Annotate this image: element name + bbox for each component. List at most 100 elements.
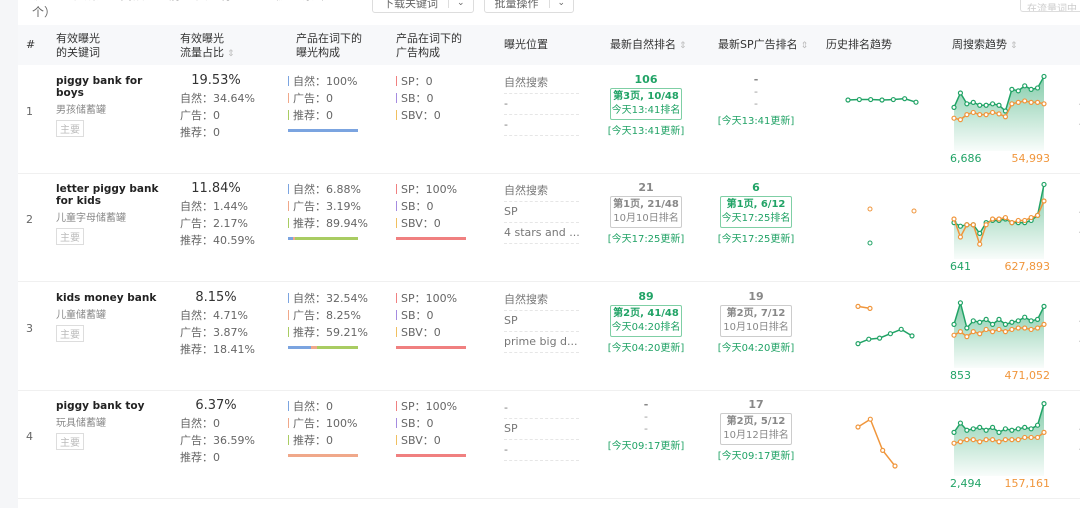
chevron-down-icon[interactable]: ⌄	[448, 0, 473, 8]
history-trend-cell[interactable]	[844, 193, 924, 256]
traffic-share-cell: 6.37% 自然：0 广告：36.59% 推荐：0	[180, 398, 270, 466]
chevron-down-icon[interactable]: ⌄	[548, 0, 574, 8]
trend-point	[1022, 325, 1028, 331]
history-rank-chart	[855, 303, 915, 347]
rank-badge[interactable]: 第2页, 41/48 今天04:20排名	[610, 305, 682, 337]
trend-point	[855, 424, 861, 430]
weekly-low: 853	[950, 369, 971, 382]
trend-point	[964, 222, 970, 228]
legend-marker	[396, 218, 397, 228]
table-row[interactable]: 4 piggy bank toy 玩具储蓄罐 主要 6.37% 自然：0 广告：36.5…	[18, 390, 1080, 499]
update-time[interactable]: [今天09:17更新]	[716, 447, 796, 462]
col-traffic-share[interactable]: 有效曝光 流量占比 ⇕	[180, 32, 235, 61]
organic-rank-cell: - - - [今天09:17更新]	[606, 398, 686, 452]
position-item: -	[504, 398, 579, 419]
trend-line	[857, 418, 896, 467]
col-weekly-search[interactable]: 周搜索趋势 ⇕	[952, 38, 1018, 53]
sort-icon[interactable]: ⇕	[801, 41, 809, 51]
weekly-search-trend[interactable]	[950, 396, 1050, 479]
trend-point	[866, 336, 872, 342]
table-header: # 有效曝光 的关键词 有效曝光 流量占比 ⇕ 产品在词下的 曝光构成 产品在词下的 广告…	[18, 25, 1080, 65]
a-sb: SB：0	[401, 309, 434, 322]
h: 广告构成	[396, 46, 440, 59]
rank-badge[interactable]: 第2页, 5/12 10月12日排名	[720, 413, 792, 445]
bar-segment	[396, 346, 466, 349]
update-time[interactable]: [今天13:41更新]	[716, 112, 796, 127]
traffic-share-cell: 11.84% 自然：1.44% 广告：2.17% 推荐：40.59%	[180, 181, 270, 249]
trend-point	[951, 216, 957, 222]
update-time[interactable]: [今天04:20更新]	[606, 339, 686, 354]
col-organic-rank[interactable]: 最新自然排名 ⇕	[610, 38, 687, 53]
update-time[interactable]: [今天13:41更新]	[606, 122, 686, 137]
weekly-search-trend[interactable]	[950, 71, 1050, 154]
trend-point	[996, 102, 1002, 108]
legend-marker	[288, 76, 289, 86]
trend-point	[1009, 427, 1015, 433]
table-row[interactable]: 1 piggy bank for boys 男孩储蓄罐 主要 19.53% 自然：34…	[18, 65, 1080, 174]
trend-point	[996, 429, 1002, 436]
trend-point	[983, 316, 989, 322]
trend-point	[989, 101, 996, 107]
table-row[interactable]: 3 kids money bank 儿童储蓄罐 主要 8.15% 自然：4.71% 广告…	[18, 282, 1080, 391]
download-keywords-button[interactable]: 下载关键词 ⌄	[372, 0, 474, 13]
composition-bar	[288, 346, 358, 349]
history-trend-cell[interactable]	[844, 85, 924, 118]
trend-point	[1028, 326, 1034, 333]
trend-point	[983, 102, 989, 108]
keyword-link[interactable]: kids money bank	[56, 292, 166, 304]
table-row[interactable]: 2 letter piggy bank for kids 儿童字母储蓄罐 主要 11…	[18, 173, 1080, 282]
weekly-high: 54,993	[1011, 152, 1051, 165]
a-sp: SP：100%	[401, 183, 458, 196]
weekly-search-trend[interactable]	[950, 288, 1050, 371]
trend-point	[951, 321, 957, 328]
weekly-search-trend[interactable]	[950, 179, 1050, 262]
trend-point	[913, 99, 919, 105]
update-time[interactable]: [今天17:25更新]	[606, 230, 686, 245]
batch-actions-button[interactable]: 批量操作 ⌄	[483, 0, 575, 13]
history-trend-cell[interactable]	[844, 302, 924, 365]
traffic-share-value: 11.84%	[191, 181, 241, 196]
keyword-link[interactable]: piggy bank toy	[56, 400, 166, 412]
keyword-search-input[interactable]: 在流量词中	[1020, 0, 1080, 12]
rank-badge[interactable]: 第1页, 21/48 10月10日排名	[610, 196, 682, 228]
trend-point	[996, 111, 1002, 117]
trend-point	[1034, 434, 1041, 441]
trend-point	[964, 325, 970, 331]
update-time[interactable]: [今天09:17更新]	[606, 437, 686, 452]
h: 最新SP广告排名	[718, 38, 798, 51]
exposure-composition-cell: 自然：32.54% 广告：8.25% 推荐：59.21%	[288, 290, 368, 349]
legend-marker	[288, 435, 289, 445]
a-sbv: SBV：0	[401, 217, 441, 230]
legend-marker	[396, 327, 397, 337]
rank-badge[interactable]: 第3页, 10/48 今天13:41排名	[610, 88, 682, 120]
col-sp-rank[interactable]: 最新SP广告排名 ⇕	[718, 38, 808, 53]
trend-line	[857, 328, 913, 345]
sort-icon[interactable]: ⇕	[227, 49, 235, 59]
sort-icon[interactable]: ⇕	[1010, 41, 1018, 51]
rank-page: 第2页, 41/48	[613, 308, 679, 319]
trend-point	[957, 300, 964, 306]
c-ad: 广告：3.19%	[293, 200, 361, 213]
summary-text: 该ASIN在所选时间段进入前 3 页的有 48 个（历史累计 477 个）	[32, 0, 353, 19]
sp-rank-cell: 17 第2页, 5/12 10月12日排名 [今天09:17更新]	[716, 398, 796, 462]
update-time[interactable]: [今天04:20更新]	[716, 339, 796, 354]
sort-icon[interactable]: ⇕	[679, 41, 687, 51]
keyword-link[interactable]: letter piggy bank for kids	[56, 183, 166, 207]
rank-badge[interactable]: 第2页, 7/12 10月10日排名	[720, 305, 792, 337]
legend-marker	[288, 310, 289, 320]
trend-point	[1002, 328, 1009, 335]
sp-rank-cell: 6 第1页, 6/12 今天17:25排名 [今天17:25更新]	[716, 181, 796, 245]
trend-point	[867, 240, 873, 246]
col-history-trend: 历史排名趋势	[826, 38, 892, 51]
rank-badge[interactable]: 第1页, 6/12 今天17:25排名	[720, 196, 792, 228]
a-sb: SB：0	[401, 92, 434, 105]
bar-segment	[295, 237, 358, 240]
trend-point	[970, 109, 976, 116]
a-sbv: SBV：0	[401, 326, 441, 339]
update-time[interactable]: [今天17:25更新]	[716, 230, 796, 245]
history-trend-cell[interactable]	[844, 410, 924, 473]
keyword-link[interactable]: piggy bank for boys	[56, 75, 166, 99]
composition-bar	[396, 454, 466, 457]
position-item: 自然搜索	[504, 73, 579, 94]
sp-rank-cell: 19 第2页, 7/12 10月10日排名 [今天04:20更新]	[716, 290, 796, 354]
